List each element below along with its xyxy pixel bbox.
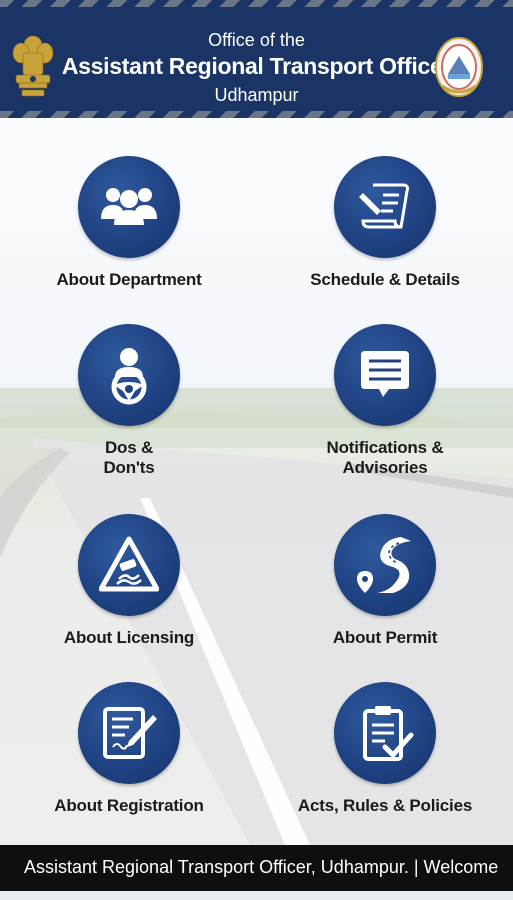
about-licensing-button[interactable] (78, 514, 180, 616)
menu-item-schedule-details[interactable]: Schedule & Details (265, 156, 505, 306)
message-bubble-icon (361, 351, 409, 397)
header-stripe-top (0, 0, 513, 7)
menu-grid: About Department Schedule & Details Dos … (0, 118, 513, 845)
menu-item-dos-donts[interactable]: Dos & Don'ts (9, 324, 249, 477)
form-pen-icon (103, 707, 157, 759)
header-stripe-bottom (0, 111, 513, 118)
menu-item-acts-rules-policies[interactable]: Acts, Rules & Policies (265, 682, 505, 832)
people-group-icon (101, 188, 157, 225)
about-department-label: About Department (56, 270, 202, 289)
about-department-button[interactable] (78, 156, 180, 258)
acts-rules-policies-label: Acts, Rules & Policies (297, 796, 473, 815)
about-permit-button[interactable] (334, 514, 436, 616)
state-emblem-icon (435, 37, 483, 97)
about-registration-button[interactable] (78, 682, 180, 784)
about-permit-label: About Permit (332, 628, 438, 647)
notifications-advisories-button[interactable] (334, 324, 436, 426)
menu-item-notifications-advisories[interactable]: Notifications & Advisories (265, 324, 505, 477)
schedule-details-label: Schedule & Details (310, 270, 460, 289)
menu-item-about-registration[interactable]: About Registration (9, 682, 249, 832)
dos-donts-button[interactable] (78, 324, 180, 426)
dos-donts-label-line2: Don'ts (103, 458, 155, 477)
about-licensing-label: About Licensing (63, 628, 195, 647)
schedule-details-button[interactable] (334, 156, 436, 258)
road-location-icon (357, 537, 411, 593)
dos-donts-label-line1: Dos & (104, 438, 154, 457)
dos-donts-label: Dos & Don'ts (9, 438, 249, 478)
driver-steering-icon (111, 348, 147, 405)
clipboard-check-icon (363, 706, 414, 761)
document-pen-icon (359, 183, 409, 229)
news-ticker: Assistant Regional Transport Officer, Ud… (0, 845, 513, 891)
notifications-advisories-label: Notifications & Advisories (265, 438, 505, 478)
acts-rules-policies-button[interactable] (334, 682, 436, 784)
ticker-text: Assistant Regional Transport Officer, Ud… (24, 857, 499, 877)
menu-item-about-permit[interactable]: About Permit (265, 514, 505, 664)
menu-item-about-department[interactable]: About Department (9, 156, 249, 306)
menu-item-about-licensing[interactable]: About Licensing (9, 514, 249, 664)
slippery-road-sign-icon (99, 536, 159, 592)
notifications-advisories-label-line1: Notifications & (326, 438, 444, 457)
bottom-strip (0, 891, 513, 900)
app-header: Office of the Assistant Regional Transpo… (0, 0, 513, 118)
notifications-advisories-label-line2: Advisories (342, 458, 428, 477)
about-registration-label: About Registration (54, 796, 204, 815)
